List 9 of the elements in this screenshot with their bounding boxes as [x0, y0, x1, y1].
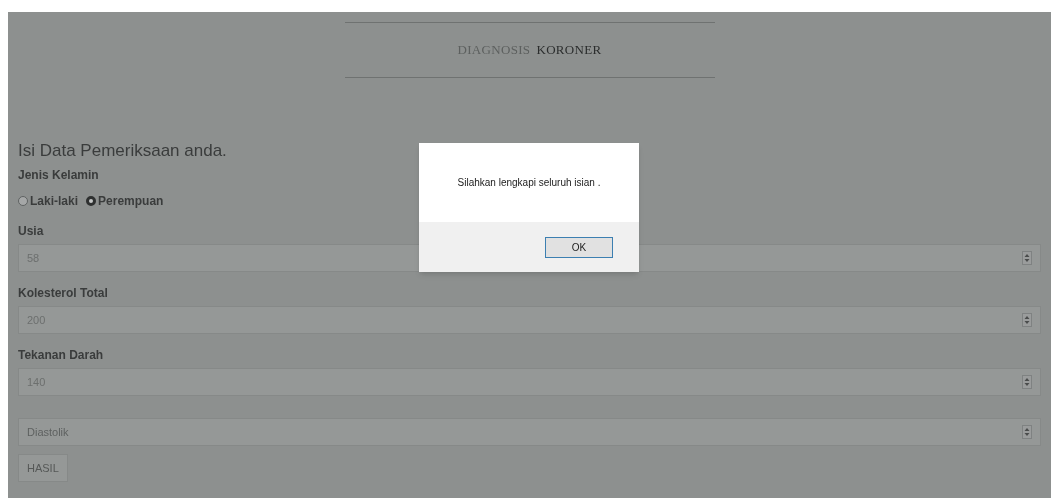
- radio-label: Perempuan: [98, 193, 164, 210]
- page-title: KORONER: [536, 41, 602, 60]
- form-heading: Isi Data Pemeriksaan anda.: [18, 140, 227, 162]
- alert-message: Silahkan lengkapi seluruh isian .: [457, 176, 601, 190]
- radio-label: Laki-laki: [30, 193, 79, 210]
- field-label: Jenis Kelamin: [18, 167, 99, 184]
- field-label: Kolesterol Total: [18, 285, 108, 302]
- field-label: Usia: [18, 223, 44, 240]
- field-label: Tekanan Darah: [18, 347, 104, 364]
